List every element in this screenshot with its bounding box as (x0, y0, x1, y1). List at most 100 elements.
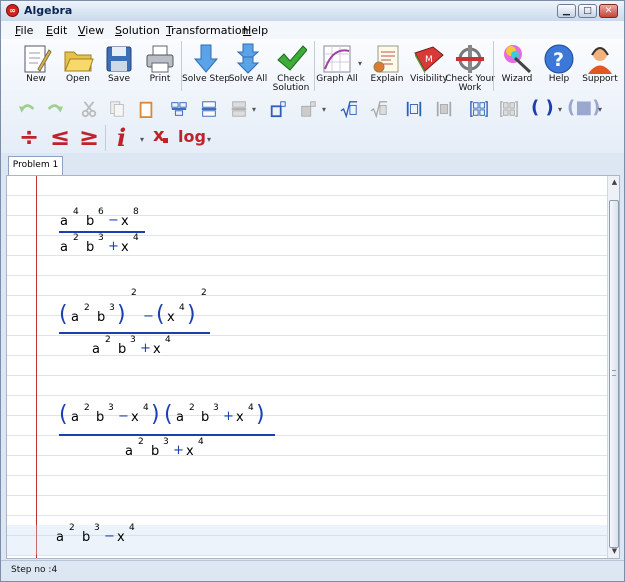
subscript-box-icon (163, 138, 168, 143)
check-work-icon (456, 45, 484, 73)
operator: − (118, 409, 129, 424)
radical-icon[interactable] (339, 99, 359, 119)
exponent: 2 (138, 437, 144, 447)
support-button[interactable]: Support (578, 41, 622, 91)
parentheses-gray-icon[interactable]: (■) (567, 97, 600, 118)
app-logo-icon: ∞ (6, 4, 19, 17)
term: a (125, 444, 133, 459)
support-headset-icon (588, 47, 612, 74)
minimize-button[interactable]: ▁ (557, 4, 576, 18)
term: a (60, 214, 68, 229)
operator: + (223, 409, 234, 424)
term: b (97, 310, 106, 325)
copy-icon[interactable] (107, 99, 127, 119)
check-solution-label: Check Solution (272, 74, 310, 93)
save-disk-icon (106, 46, 132, 72)
menu-file[interactable]: File (15, 24, 33, 37)
divide-icon[interactable]: ÷ (19, 123, 39, 151)
term: x (186, 444, 194, 459)
exponent: 4 (73, 207, 79, 217)
fraction-gray-icon[interactable] (229, 99, 249, 119)
exponent: 3 (213, 403, 219, 413)
menu-view[interactable]: View (78, 24, 104, 37)
abs-value-gray-icon[interactable] (434, 99, 454, 119)
parentheses-gray-dropdown-icon[interactable]: ▾ (598, 105, 602, 114)
exponent: 4 (165, 335, 171, 345)
close-button[interactable]: ✕ (599, 4, 618, 18)
format-separator (105, 125, 106, 151)
exponent: 2 (73, 233, 79, 243)
exponent: 3 (130, 335, 136, 345)
term: b (151, 444, 160, 459)
parentheses-icon[interactable]: ( ) (531, 97, 554, 118)
undo-icon[interactable] (17, 99, 37, 119)
log-dropdown-icon[interactable]: ▾ (207, 135, 211, 144)
fraction-icon[interactable] (199, 99, 219, 119)
graph-all-label: Graph All (316, 74, 358, 84)
scroll-thumb[interactable] (609, 200, 619, 548)
menu-edit[interactable]: Edit (46, 24, 67, 37)
check-work-button[interactable]: Check Your Work (445, 41, 495, 93)
graph-all-button[interactable]: Graph All (315, 41, 359, 91)
ruled-paper (7, 176, 607, 558)
matrix-icon[interactable] (469, 99, 489, 119)
exponent: 2 (105, 335, 111, 345)
print-button[interactable]: Print (138, 41, 182, 91)
fraction-dropdown-icon[interactable]: ▾ (252, 105, 256, 114)
power-dropdown-icon[interactable]: ▾ (322, 105, 326, 114)
term: a (56, 530, 64, 545)
scroll-down-icon[interactable]: ▼ (610, 547, 619, 556)
step-number-status: Step no :4 (11, 565, 58, 575)
exponent: 4 (143, 403, 149, 413)
tab-strip: Problem 1 (1, 153, 624, 175)
menu-solution[interactable]: Solution (115, 24, 160, 37)
abs-value-icon[interactable] (404, 99, 424, 119)
operator: − (104, 529, 115, 544)
worksheet[interactable]: a 4 b 6 − x 8 a 2 b 3 + x 4 ( a 2 b 3 ) … (6, 175, 620, 559)
term: a (71, 310, 79, 325)
operator: + (140, 341, 151, 356)
menu-help[interactable]: Help (243, 24, 268, 37)
greater-equal-icon[interactable]: ≥ (79, 123, 99, 151)
visibility-book-icon: M (414, 46, 444, 74)
toolbar: New Open Save Print Solve Step Solve All… (1, 39, 624, 153)
new-document-icon (24, 45, 52, 73)
exponent: 2 (84, 403, 90, 413)
cut-icon[interactable] (79, 99, 99, 119)
check-solution-button[interactable]: Check Solution (269, 41, 313, 93)
scroll-up-icon[interactable]: ▲ (610, 178, 619, 187)
radical-gray-icon[interactable] (369, 99, 389, 119)
status-bar: Step no :4 (1, 560, 624, 581)
power-gray-icon[interactable] (298, 99, 318, 119)
app-window: ∞ Algebra ▁ □ ✕ File Edit View Solution … (0, 0, 625, 582)
less-equal-icon[interactable]: ≤ (50, 123, 70, 151)
term: b (96, 410, 105, 425)
tab-problem-1[interactable]: Problem 1 (8, 156, 63, 175)
term: b (201, 410, 210, 425)
operator: + (108, 239, 119, 254)
term: b (118, 342, 127, 357)
exponent: 3 (94, 523, 100, 533)
redo-icon[interactable] (45, 99, 65, 119)
term: a (176, 410, 184, 425)
exponent: 3 (98, 233, 104, 243)
parentheses-dropdown-icon[interactable]: ▾ (558, 105, 562, 114)
graph-icon (323, 45, 351, 73)
solve-all-button[interactable]: Solve All (226, 41, 270, 91)
imaginary-unit-icon[interactable]: i (117, 123, 126, 152)
term: x (131, 410, 139, 425)
power-icon[interactable] (268, 99, 288, 119)
term: x (121, 214, 129, 229)
printer-icon (146, 45, 174, 73)
imaginary-dropdown-icon[interactable]: ▾ (140, 135, 144, 144)
stack-split-icon[interactable] (169, 99, 189, 119)
maximize-button[interactable]: □ (578, 4, 597, 18)
matrix-gray-icon[interactable] (499, 99, 519, 119)
paste-icon[interactable] (136, 99, 156, 119)
grip-icon (612, 370, 616, 376)
right-paren: ) (151, 402, 160, 427)
log-icon[interactable]: log (178, 127, 206, 146)
vertical-scrollbar[interactable]: ▲ ▼ (607, 176, 619, 558)
graph-dropdown-icon[interactable]: ▾ (358, 59, 362, 68)
menu-transformation[interactable]: Transformation (166, 24, 249, 37)
